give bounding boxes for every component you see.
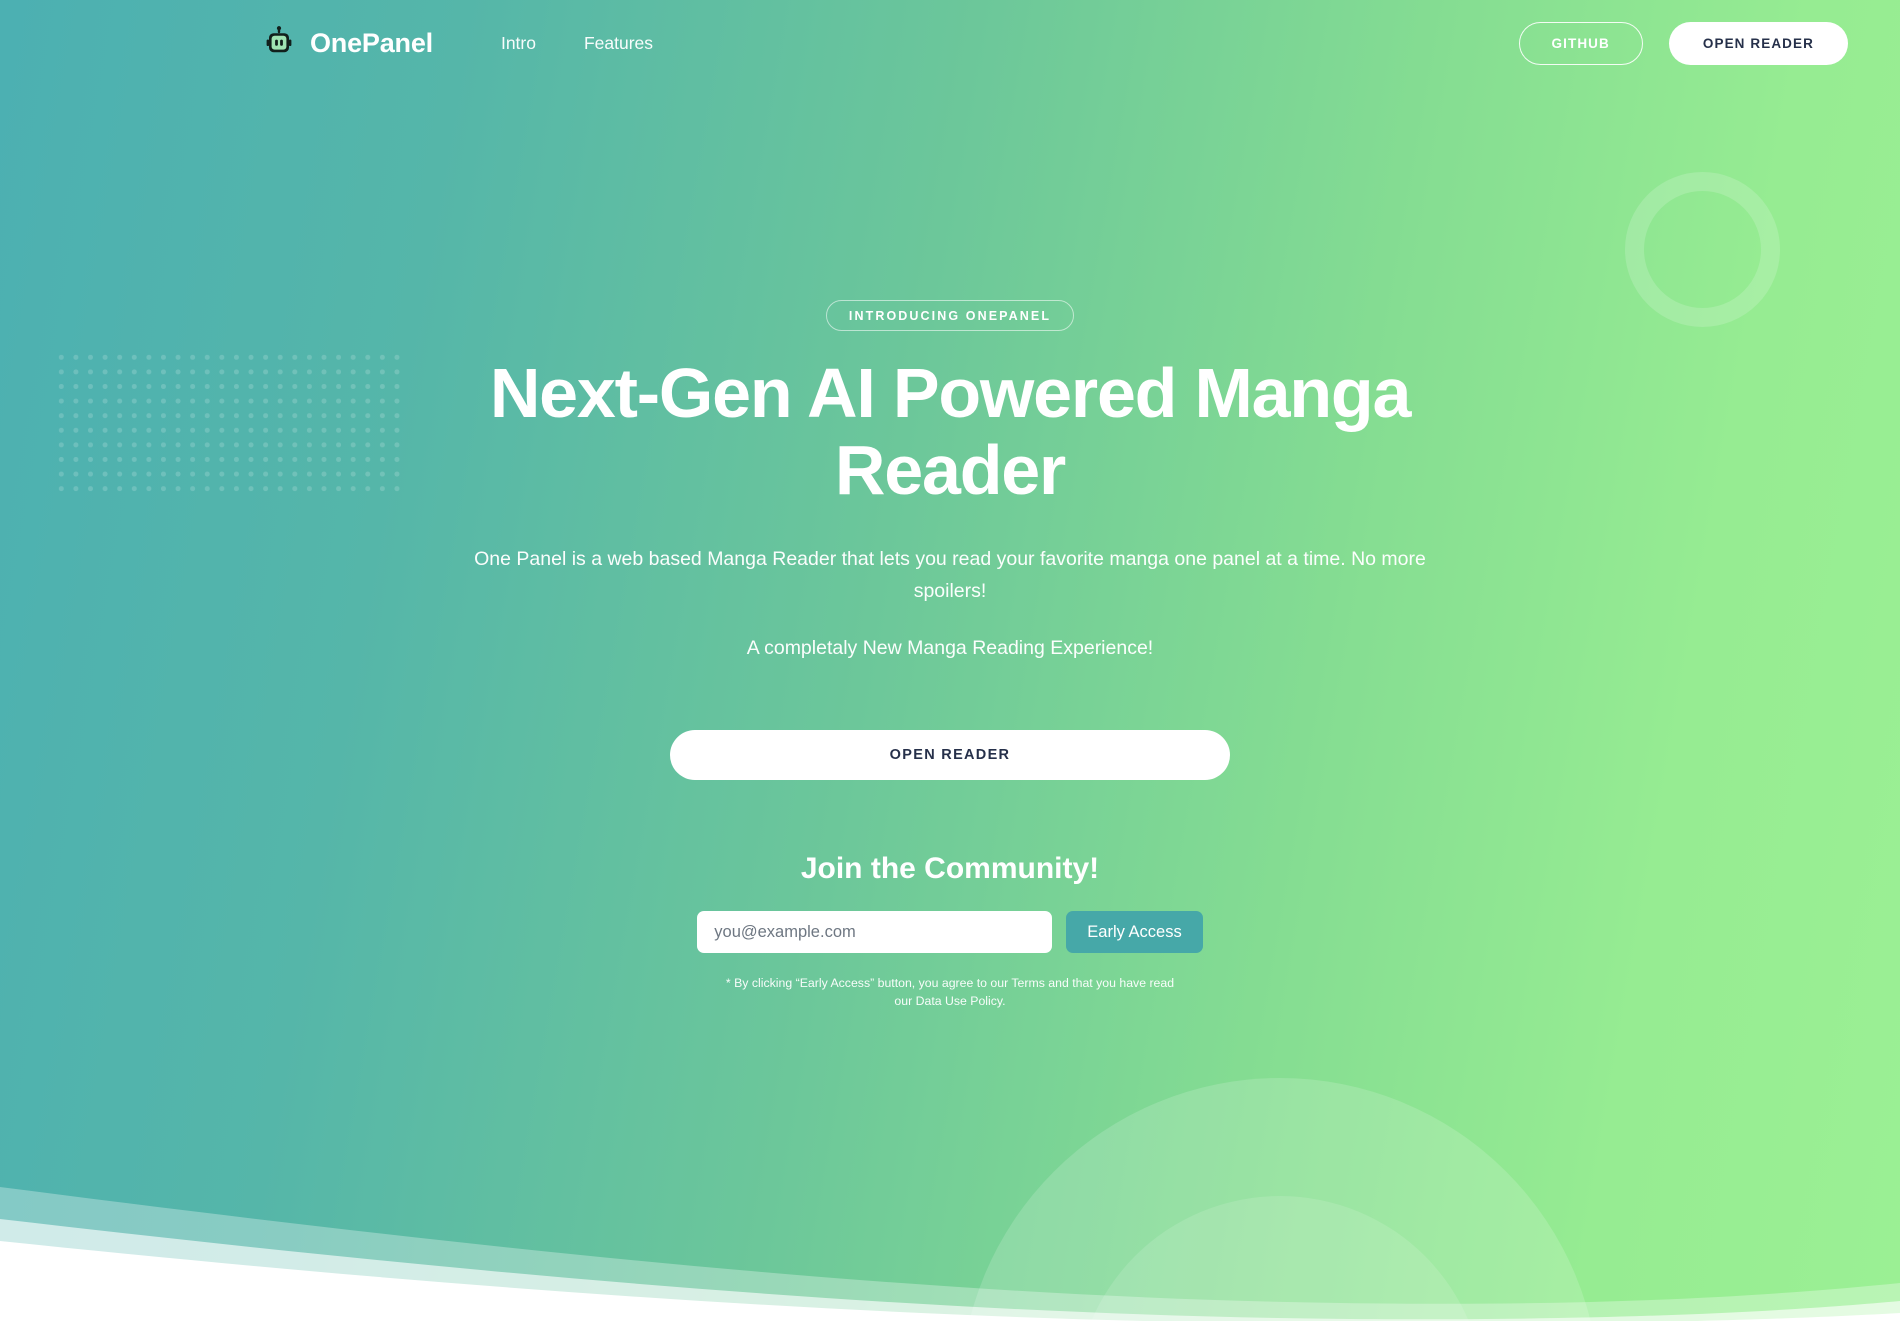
top-navigation-bar: OnePanel Intro Features GITHUB OPEN READ…: [0, 0, 1900, 86]
nav-actions: GITHUB OPEN READER: [1518, 21, 1848, 65]
open-reader-cta-button[interactable]: OPEN READER: [670, 730, 1230, 781]
cta-container: OPEN READER: [450, 730, 1450, 781]
hero-tagline: A completaly New Manga Reading Experienc…: [746, 637, 1154, 660]
ring-decoration-icon: [1625, 172, 1780, 327]
page-title: Next-Gen AI Powered Manga Reader: [489, 354, 1412, 509]
early-access-button[interactable]: Early Access: [1066, 911, 1203, 954]
signup-form: Early Access: [450, 911, 1450, 954]
introducing-badge: INTRODUCING ONEPANEL: [825, 300, 1075, 331]
hero-section: OnePanel Intro Features GITHUB OPEN READ…: [0, 0, 1900, 1321]
nav-link-features[interactable]: Features: [584, 33, 653, 54]
wave-divider: [0, 1091, 1900, 1321]
nav-links: Intro Features: [501, 33, 653, 54]
circle-decoration-outer: [960, 1078, 1600, 1321]
email-input[interactable]: [697, 911, 1053, 954]
brand-logo[interactable]: OnePanel: [262, 26, 433, 60]
robot-icon: [262, 26, 296, 60]
github-button[interactable]: GITHUB: [1518, 21, 1643, 65]
hero-content: INTRODUCING ONEPANEL Next-Gen AI Powered…: [450, 300, 1450, 1011]
open-reader-nav-button[interactable]: OPEN READER: [1668, 21, 1848, 65]
nav-link-intro[interactable]: Intro: [501, 33, 536, 54]
dot-grid-pattern: [52, 348, 402, 498]
hero-description: One Panel is a web based Manga Reader th…: [474, 548, 1426, 603]
legal-disclaimer: * By clicking “Early Access” button, you…: [725, 976, 1175, 1009]
community-signup-section: Join the Community! Early Access * By cl…: [450, 852, 1450, 1011]
circle-decoration-inner: [1075, 1196, 1485, 1321]
brand-name: OnePanel: [310, 27, 433, 58]
community-title: Join the Community!: [800, 852, 1100, 886]
